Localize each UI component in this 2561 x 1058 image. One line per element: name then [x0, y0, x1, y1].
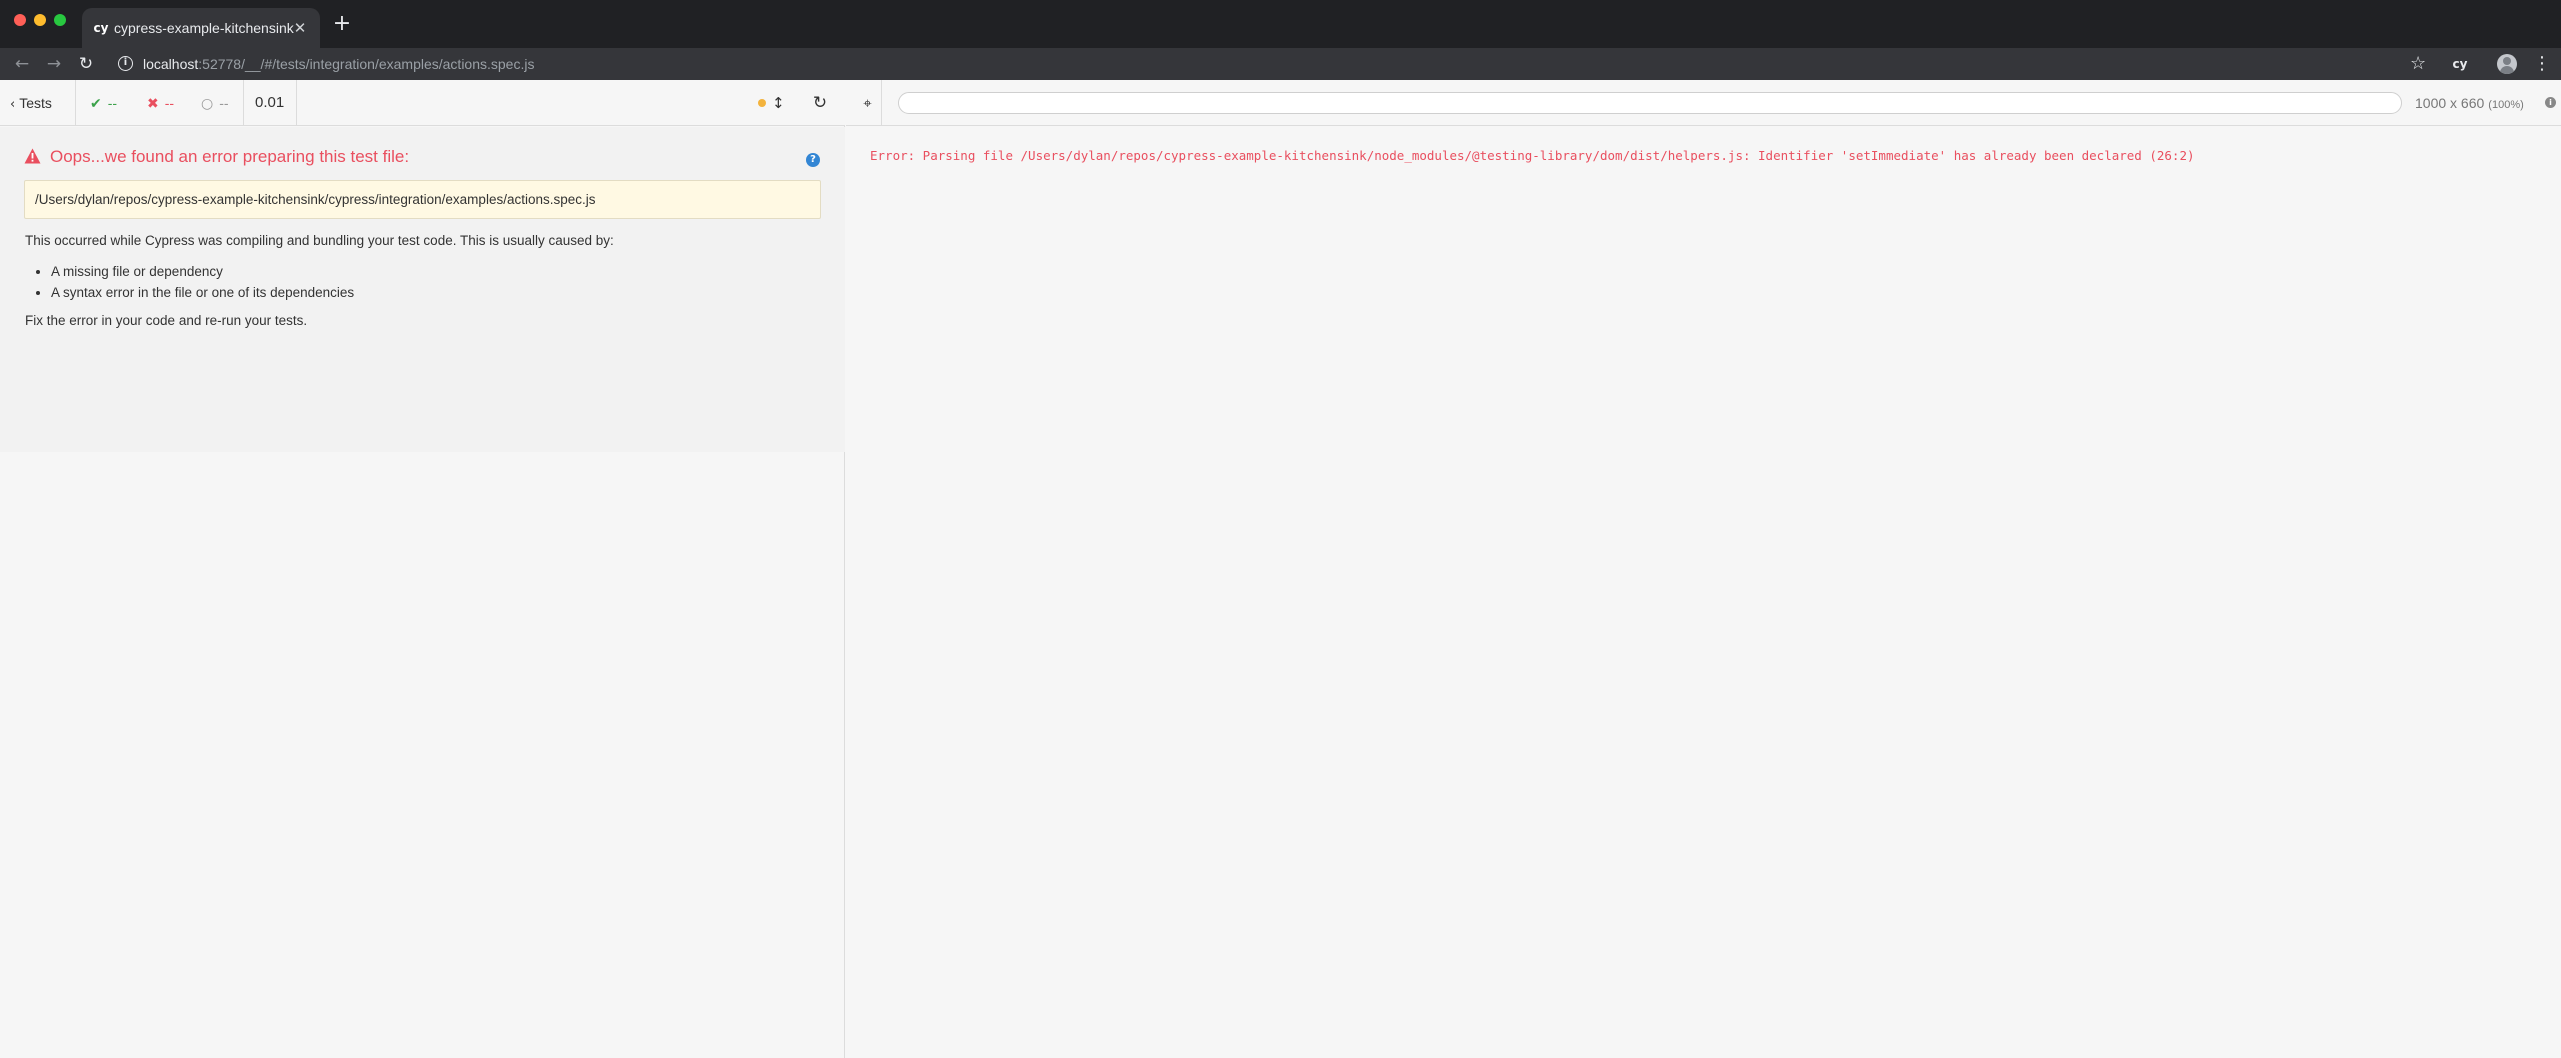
error-description: This occurred while Cypress was compilin… — [25, 233, 614, 248]
error-causes-list: A missing file or dependency A syntax er… — [25, 261, 354, 303]
cypress-extension-icon[interactable]: cy — [2448, 53, 2472, 75]
url-path: :52778/__/#/tests/integration/examples/a… — [198, 56, 535, 72]
failed-count: ✖ -- — [147, 80, 174, 126]
pending-value: -- — [219, 95, 229, 111]
divider — [75, 80, 76, 126]
tests-label: Tests — [19, 95, 52, 111]
passed-count: ✔ -- — [90, 80, 117, 126]
close-tab-icon[interactable]: ✕ — [290, 18, 310, 38]
browser-tab[interactable]: cy cypress-example-kitchensink ✕ — [82, 8, 320, 48]
back-arrow-icon[interactable]: ← — [10, 52, 34, 76]
reporter-header: ‹ Tests ✔ -- ✖ -- ○ -- 0.01 ↕ ↻ — [0, 80, 845, 126]
aut-header: ⌖ 1000 x 660 (100%) i — [846, 80, 2561, 126]
viewport-scale: (100%) — [2488, 99, 2524, 111]
url-host: localhost — [143, 56, 199, 72]
divider — [296, 80, 297, 126]
more-menu-icon[interactable]: ⋮ — [2533, 53, 2551, 75]
cross-icon: ✖ — [147, 96, 159, 112]
cypress-favicon-icon: cy — [93, 21, 109, 35]
aut-error-message: Error: Parsing file /Users/dylan/repos/c… — [870, 148, 2195, 163]
passed-value: -- — [107, 95, 118, 111]
pending-count: ○ -- — [201, 80, 229, 126]
auto-scroll-toggle-icon[interactable]: ↕ — [772, 92, 785, 114]
new-tab-icon[interactable]: + — [330, 12, 354, 36]
restart-tests-icon[interactable]: ↻ — [810, 92, 830, 114]
aut-url-bar[interactable] — [898, 92, 2402, 114]
divider — [243, 80, 244, 126]
tab-title: cypress-example-kitchensink — [114, 20, 294, 36]
tests-button[interactable]: ‹ Tests — [10, 80, 52, 126]
site-info-icon[interactable]: i — [118, 56, 133, 71]
list-item: A missing file or dependency — [25, 261, 354, 282]
list-item: A syntax error in the file or one of its… — [25, 282, 354, 303]
check-icon: ✔ — [90, 96, 102, 112]
error-title: Oops...we found an error preparing this … — [50, 147, 410, 166]
selector-playground-icon[interactable]: ⌖ — [854, 80, 882, 126]
viewport-size: 1000 x 660 (100%) — [2415, 80, 2524, 126]
reporter-panel: ‹ Tests ✔ -- ✖ -- ○ -- 0.01 ↕ ↻ Oops...we fo… — [0, 80, 845, 1058]
bookmark-star-icon[interactable]: ☆ — [2410, 51, 2426, 77]
auto-scroll-indicator[interactable] — [758, 99, 766, 107]
address-bar[interactable]: localhost:52778/__/#/tests/integration/e… — [143, 56, 534, 72]
viewport-dimensions: 1000 x 660 — [2415, 95, 2485, 111]
duration: 0.01 — [255, 94, 285, 111]
error-file-path: /Users/dylan/repos/cypress-example-kitch… — [24, 180, 821, 219]
chevron-left-icon: ‹ — [10, 97, 16, 112]
browser-toolbar: ← → ↻ i localhost:52778/__/#/tests/integ… — [0, 48, 2561, 80]
reload-icon[interactable]: ↻ — [74, 52, 98, 76]
aut-panel: ⌖ 1000 x 660 (100%) i Error: Parsing file… — [846, 80, 2561, 1058]
profile-avatar-icon[interactable] — [2497, 54, 2517, 74]
minimize-window-button[interactable] — [34, 14, 46, 26]
failed-value: -- — [164, 95, 175, 111]
help-question-icon[interactable]: ? — [806, 153, 820, 167]
error-fix-hint: Fix the error in your code and re-run yo… — [25, 313, 308, 328]
browser-titlebar: cy cypress-example-kitchensink ✕ + — [0, 0, 2561, 48]
viewport-info-icon[interactable]: i — [2545, 97, 2556, 108]
circle-notch-icon: ○ — [201, 96, 214, 112]
warning-triangle-icon — [24, 148, 41, 164]
forward-arrow-icon[interactable]: → — [42, 52, 66, 76]
maximize-window-button[interactable] — [54, 14, 66, 26]
close-window-button[interactable] — [14, 14, 26, 26]
